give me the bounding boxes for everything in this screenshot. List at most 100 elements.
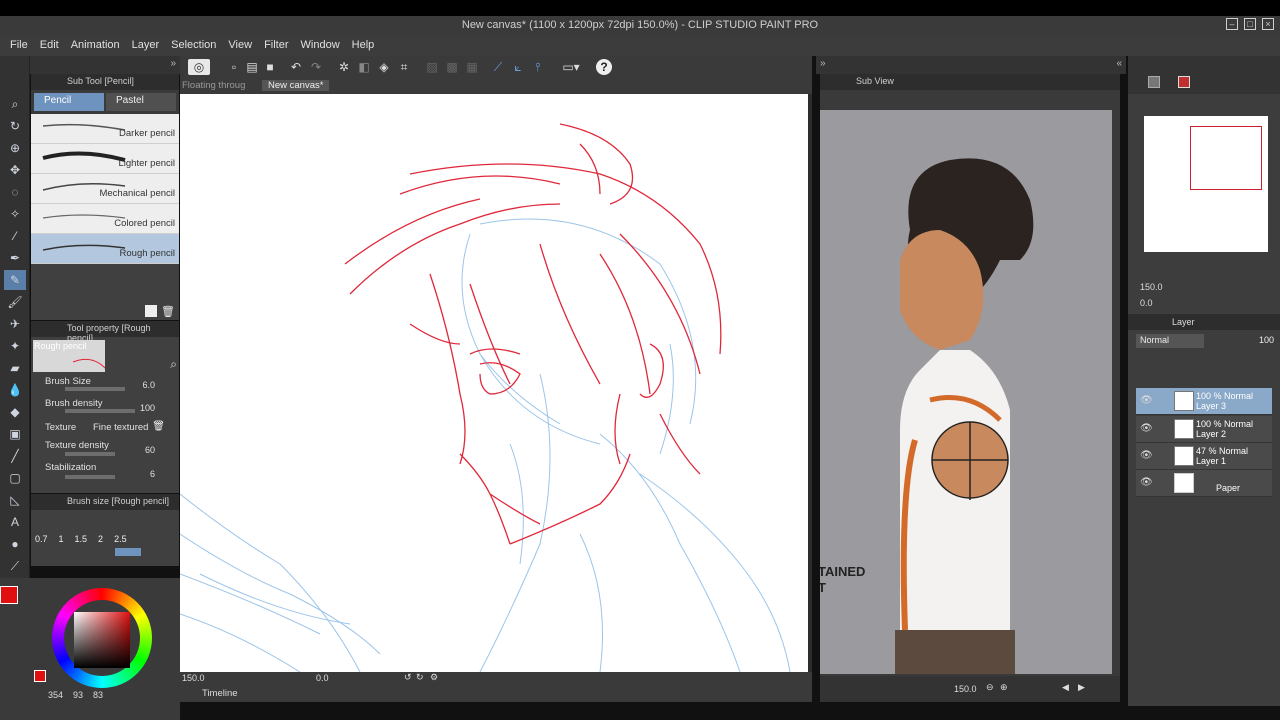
- figure-tool-icon[interactable]: ╱: [4, 446, 26, 466]
- navigator-frame[interactable]: [1190, 126, 1262, 190]
- crop-icon[interactable]: ⌗: [396, 59, 412, 75]
- fill-tool-icon[interactable]: ◆: [4, 402, 26, 422]
- fill-icon[interactable]: ◈: [376, 59, 392, 75]
- layer-row[interactable]: 👁 Paper: [1136, 470, 1272, 497]
- size-preset[interactable]: 0.7: [35, 534, 48, 544]
- sparkle-icon[interactable]: ✲: [336, 59, 352, 75]
- transform-icon[interactable]: ◧: [356, 59, 372, 75]
- layer-opacity[interactable]: 100: [1259, 335, 1274, 345]
- rotate-right-icon[interactable]: ↻: [416, 672, 424, 683]
- expand-right-icon[interactable]: »: [170, 58, 176, 69]
- layer-row[interactable]: 👁 100 % Normal Layer 2: [1136, 416, 1272, 443]
- snap-special-ruler-icon[interactable]: ⟀: [510, 59, 526, 75]
- menu-layer[interactable]: Layer: [126, 36, 166, 56]
- ruler-tool-icon[interactable]: ◺: [4, 490, 26, 510]
- brush-density-value[interactable]: 100: [140, 403, 155, 413]
- eye-icon[interactable]: 👁: [1140, 477, 1153, 488]
- size-preset[interactable]: 1.5: [75, 534, 88, 544]
- menu-filter[interactable]: Filter: [258, 36, 294, 56]
- stabilization-value[interactable]: 6: [150, 469, 155, 479]
- color-square[interactable]: [74, 612, 130, 668]
- screen-mode-icon[interactable]: ▭▾: [558, 59, 584, 75]
- help-icon[interactable]: ?: [596, 59, 612, 75]
- balloon-tool-icon[interactable]: ●: [4, 534, 26, 554]
- rotation-value[interactable]: 0.0: [316, 673, 329, 683]
- blend-mode-select[interactable]: Normal: [1136, 334, 1204, 348]
- zoom-value[interactable]: 150.0: [182, 673, 205, 683]
- undo-icon[interactable]: ↶: [288, 59, 304, 75]
- tab-floating[interactable]: Floating throug: [182, 80, 245, 91]
- texture-trash-icon[interactable]: 🗑: [152, 421, 165, 432]
- brush-darker-pencil[interactable]: Darker pencil: [31, 114, 179, 144]
- size-preset[interactable]: 1: [59, 534, 64, 544]
- brush-tool-icon[interactable]: 🖌: [4, 292, 26, 312]
- open-file-icon[interactable]: ▤: [244, 59, 260, 75]
- magic-wand-icon[interactable]: ✧: [4, 204, 26, 224]
- select-all-icon[interactable]: ▦: [464, 59, 480, 75]
- brush-colored-pencil[interactable]: Colored pencil: [31, 204, 179, 234]
- brush-size-slider[interactable]: [65, 387, 125, 391]
- expand-subview-icon[interactable]: «: [1116, 58, 1122, 69]
- texture-density-slider[interactable]: [65, 452, 115, 456]
- subview-zoom-in-icon[interactable]: ⊕: [1000, 682, 1008, 693]
- navigator-rotation[interactable]: 0.0: [1140, 298, 1153, 308]
- minimize-icon[interactable]: –: [1226, 18, 1238, 30]
- navigator-preview[interactable]: [1144, 116, 1268, 252]
- redo-icon[interactable]: ↷: [308, 59, 324, 75]
- new-file-icon[interactable]: ▫: [226, 59, 242, 75]
- texture-value[interactable]: Fine textured: [93, 422, 148, 433]
- pen-tool-icon[interactable]: ✒: [4, 248, 26, 268]
- brush-rough-pencil[interactable]: Rough pencil: [31, 234, 179, 264]
- eraser-tool-icon[interactable]: ▰: [4, 358, 26, 378]
- tab-new-canvas[interactable]: New canvas*: [262, 80, 330, 91]
- brush-mechanical-pencil[interactable]: Mechanical pencil: [31, 174, 179, 204]
- subview-zoom-out-icon[interactable]: ⊖: [986, 682, 994, 693]
- zoom-tool-icon[interactable]: ⌕: [4, 94, 26, 114]
- navigator-tab-icon[interactable]: [1148, 76, 1160, 88]
- eye-icon[interactable]: 👁: [1140, 395, 1153, 406]
- menu-view[interactable]: View: [222, 36, 258, 56]
- menu-edit[interactable]: Edit: [34, 36, 65, 56]
- gradient-tool-icon[interactable]: ▣: [4, 424, 26, 444]
- airbrush-tool-icon[interactable]: ✈: [4, 314, 26, 334]
- magnify-icon[interactable]: ⌕: [170, 357, 177, 372]
- color-wheel[interactable]: [52, 588, 152, 688]
- menu-selection[interactable]: Selection: [165, 36, 222, 56]
- brush-density-slider[interactable]: [65, 409, 135, 413]
- eye-icon[interactable]: 👁: [1140, 450, 1153, 461]
- eyedropper-icon[interactable]: ⁄: [4, 226, 26, 246]
- close-icon[interactable]: ×: [1262, 18, 1274, 30]
- settings-icon[interactable]: ⚙: [430, 672, 438, 683]
- texture-density-value[interactable]: 60: [145, 445, 155, 455]
- blend-tool-icon[interactable]: 💧: [4, 380, 26, 400]
- lasso-tool-icon[interactable]: ◌: [4, 182, 26, 202]
- menu-help[interactable]: Help: [346, 36, 381, 56]
- deselect-icon[interactable]: ▨: [424, 59, 440, 75]
- operation-tool-icon[interactable]: ⊕: [4, 138, 26, 158]
- main-color-swatch[interactable]: [0, 586, 18, 604]
- layer-row[interactable]: 👁 100 % Normal Layer 3: [1136, 388, 1272, 415]
- eye-icon[interactable]: 👁: [1140, 423, 1153, 434]
- snap-grid-icon[interactable]: ⫯: [530, 59, 546, 75]
- collapse-subview-icon[interactable]: »: [820, 58, 826, 69]
- pencil-tool-icon[interactable]: ✎: [4, 270, 26, 290]
- new-subtool-icon[interactable]: [145, 305, 158, 317]
- next-image-icon[interactable]: ▶: [1078, 682, 1085, 693]
- layer-row[interactable]: 👁 47 % Normal Layer 1: [1136, 443, 1272, 470]
- decoration-tool-icon[interactable]: ✦: [4, 336, 26, 356]
- menu-file[interactable]: File: [4, 36, 34, 56]
- snap-ruler-icon[interactable]: ⟋: [490, 59, 506, 75]
- subview-tab-icon[interactable]: [1178, 76, 1190, 88]
- prev-image-icon[interactable]: ◀: [1062, 682, 1069, 693]
- text-tool-icon[interactable]: A: [4, 512, 26, 532]
- drawing-canvas[interactable]: [180, 94, 808, 672]
- move-layer-icon[interactable]: ✥: [4, 160, 26, 180]
- stabilization-slider[interactable]: [65, 475, 115, 479]
- menu-animation[interactable]: Animation: [65, 36, 126, 56]
- brush-size-value[interactable]: 6.0: [142, 380, 155, 390]
- tab-pastel[interactable]: Pastel: [106, 93, 176, 111]
- brush-lighter-pencil[interactable]: Lighter pencil: [31, 144, 179, 174]
- invert-selection-icon[interactable]: ▩: [444, 59, 460, 75]
- trash-icon[interactable]: 🗑: [161, 305, 175, 318]
- maximize-icon[interactable]: □: [1244, 18, 1256, 30]
